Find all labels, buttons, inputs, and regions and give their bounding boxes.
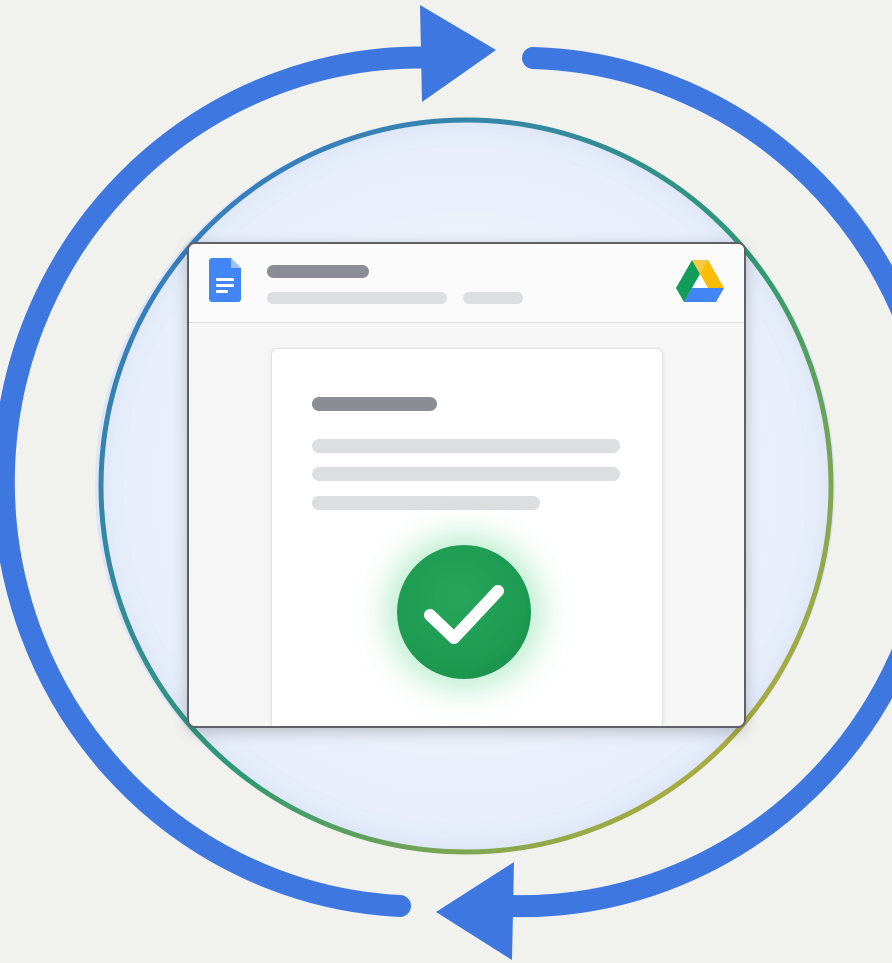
text-line-placeholder <box>312 496 540 510</box>
arrow-head-bottom-icon <box>436 862 514 960</box>
sync-complete-badge <box>397 545 531 679</box>
google-docs-icon <box>209 258 241 302</box>
heading-placeholder <box>312 397 437 411</box>
google-drive-icon <box>676 260 724 302</box>
checkmark-icon <box>424 585 504 644</box>
text-line-placeholder <box>312 439 620 453</box>
text-line-placeholder <box>312 467 620 481</box>
sync-illustration <box>0 0 892 963</box>
meta-placeholder <box>463 292 523 304</box>
window-header <box>189 244 744 323</box>
title-placeholder <box>267 265 369 278</box>
subtitle-placeholder <box>267 292 447 304</box>
arrow-head-top-icon <box>420 5 496 102</box>
